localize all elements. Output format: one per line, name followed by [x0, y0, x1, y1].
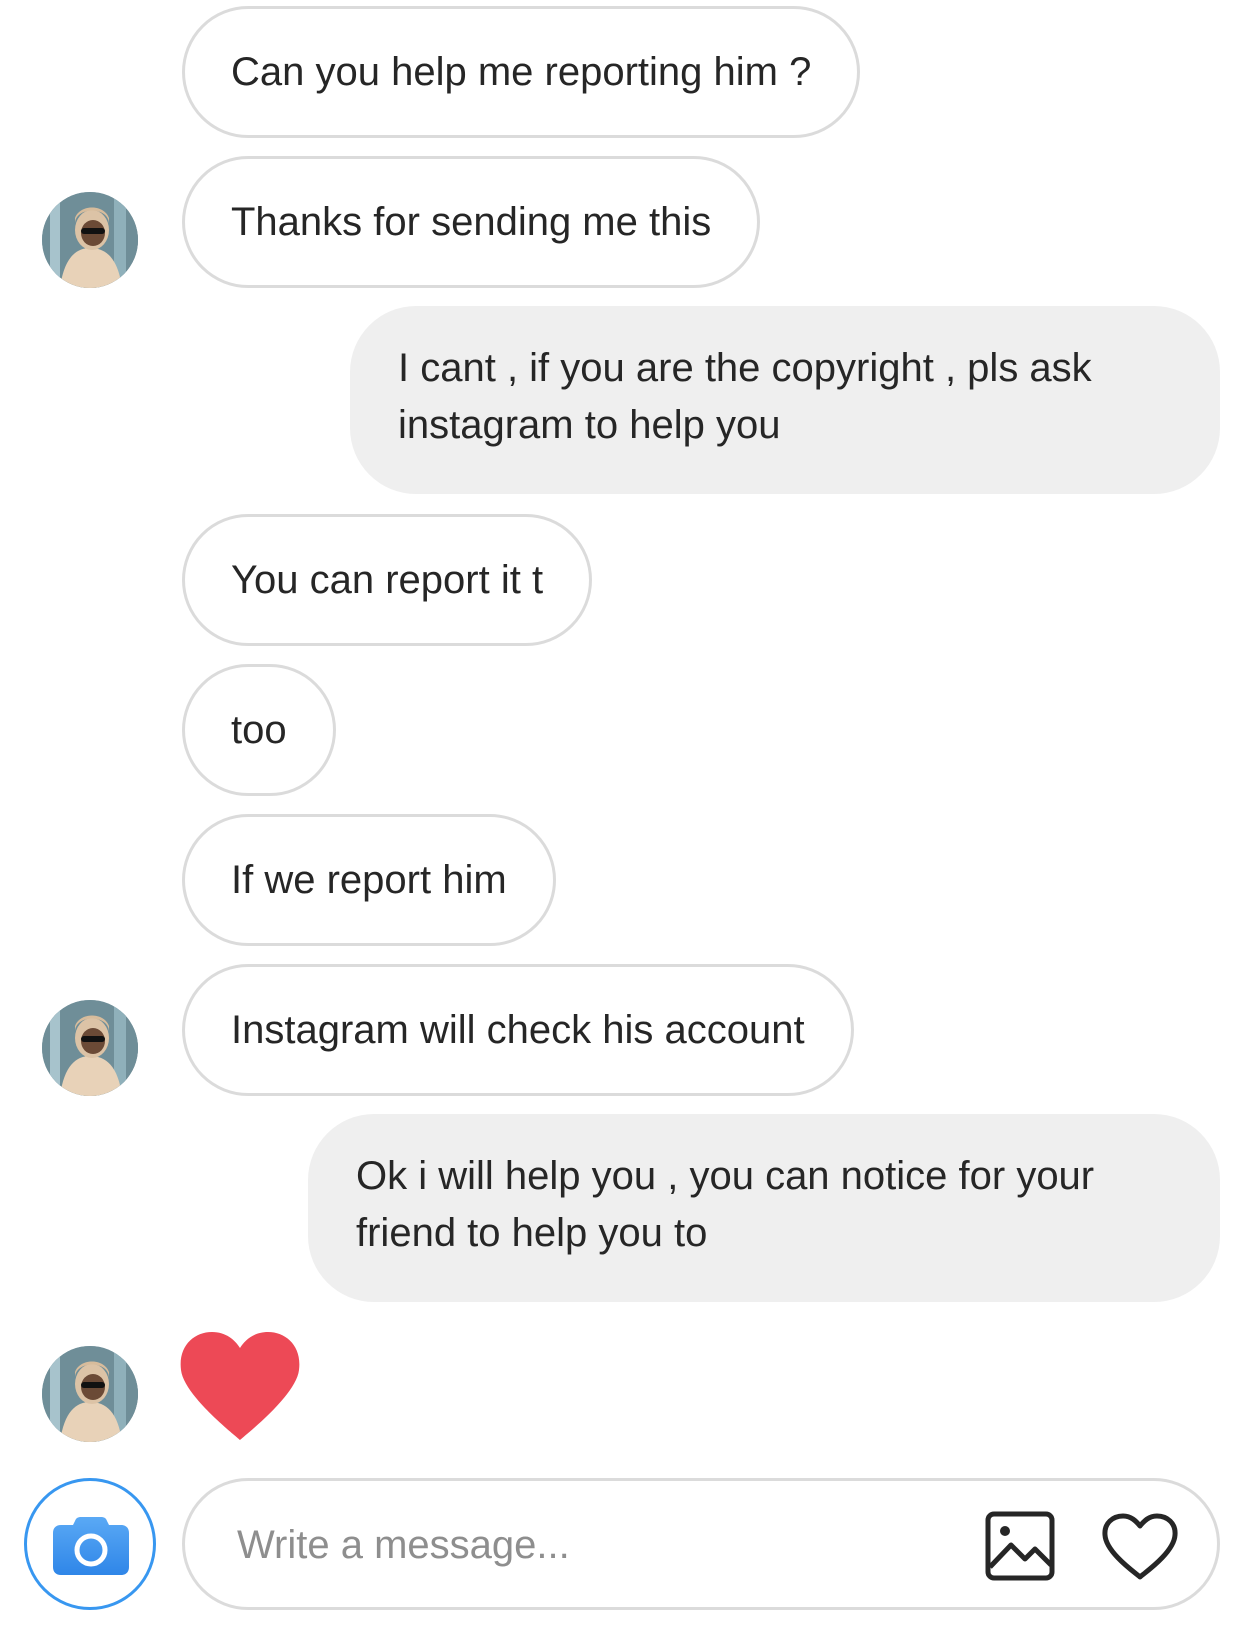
message-text: too	[231, 707, 287, 752]
message-bubble-received[interactable]: Instagram will check his account	[182, 964, 854, 1096]
message-text: Can you help me reporting him ?	[231, 49, 812, 94]
heart-icon[interactable]	[178, 1330, 302, 1442]
message-text: Thanks for sending me this	[231, 199, 712, 244]
avatar[interactable]	[42, 1346, 138, 1442]
message-input[interactable]	[235, 1511, 939, 1579]
message-bubble-received[interactable]: You can report it t	[182, 514, 593, 646]
message-text: Ok i will help you , you can notice for …	[356, 1154, 1095, 1255]
avatar[interactable]	[42, 1000, 138, 1096]
message-bubble-received[interactable]: Thanks for sending me this	[182, 156, 761, 288]
message-text: I cant , if you are the copyright , pls …	[398, 346, 1092, 447]
message-composer	[182, 1478, 1220, 1610]
message-bubble-sent[interactable]: I cant , if you are the copyright , pls …	[350, 306, 1220, 494]
message-bubble-received[interactable]: If we report him	[182, 814, 556, 946]
message-text: Instagram will check his account	[231, 1007, 805, 1052]
message-text: If we report him	[231, 857, 507, 902]
message-bubble-received[interactable]: Can you help me reporting him ?	[182, 6, 861, 138]
avatar[interactable]	[42, 192, 138, 288]
message-bubble-received[interactable]: too	[182, 664, 336, 796]
heart-outline-icon[interactable]	[1102, 1513, 1178, 1581]
message-text: You can report it t	[231, 557, 544, 602]
camera-icon	[53, 1517, 129, 1575]
message-bubble-sent[interactable]: Ok i will help you , you can notice for …	[308, 1114, 1220, 1302]
heart-reaction-shape	[180, 1332, 300, 1440]
camera-button[interactable]	[24, 1478, 156, 1610]
gallery-icon[interactable]	[985, 1511, 1055, 1581]
